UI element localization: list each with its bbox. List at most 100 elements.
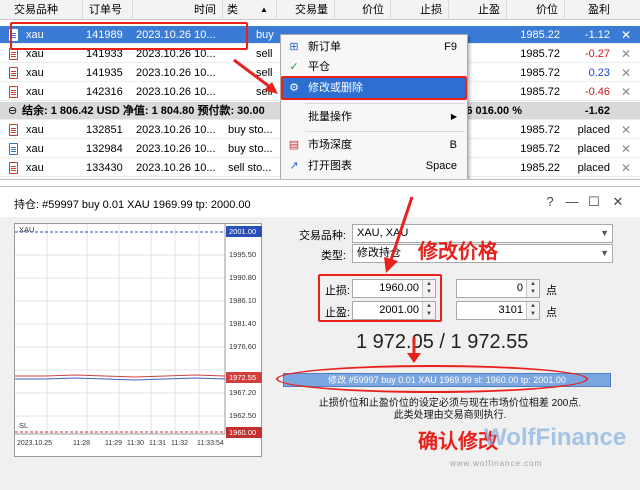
delete-order-icon[interactable]: ✕ [620,159,632,177]
minimize-icon[interactable]: — [562,193,582,211]
summary-balance: 结余: 1 806.42 USD 净值: 1 804.80 预付款: 30.00 [22,105,265,117]
close-position-icon[interactable]: ✕ [620,64,632,82]
tp-price-label: 2001.00 [229,227,256,236]
cell-ticket: 132984 [86,143,123,155]
help-icon[interactable]: ? [540,193,560,211]
cell-symbol: xau [26,143,44,155]
col-volume[interactable]: 交易量 [276,0,332,20]
note-line-2: 此类处理由交易商则执行. [393,410,507,421]
depth-icon: ▤ [288,139,300,151]
y-tick-label: 1990.80 [229,273,256,282]
cell-profit: 0.23 [588,67,610,79]
highlight-box-selected-order [10,22,248,50]
close-position-icon[interactable]: ✕ [620,26,632,44]
col-sl[interactable]: 止损 [390,0,446,20]
cell-cur-price: 1985.72 [520,143,560,155]
close-icon[interactable]: ✕ [608,193,628,211]
menu-separator [305,103,465,104]
cell-status: placed [577,162,610,174]
symbol-label: 交易品种: [298,230,346,242]
cell-symbol: xau [26,86,44,98]
col-type[interactable]: 类 [222,0,252,20]
red-arrow-icon [233,58,278,94]
tp-points-input[interactable]: 3101 ▲ ▼ [456,301,540,320]
col-tp[interactable]: 止盈 [448,0,504,20]
y-tick-label: 1962.50 [229,411,256,420]
red-arrow-icon [384,196,414,273]
y-tick-label: 1976.60 [229,342,256,351]
new-order-icon: ⊞ [289,41,299,53]
cell-cur-price: 1985.72 [520,48,560,60]
sl-points-spinner[interactable]: ▲ ▼ [526,280,539,297]
x-tick-label: 11:31 [149,440,166,447]
delete-order-icon[interactable]: ✕ [620,121,632,139]
cell-ticket: 133430 [86,162,123,174]
cell-type: buy sto... [228,143,273,155]
chart-icon: ↗ [289,160,299,172]
chart-sl-tag: SL [19,421,28,430]
sl-points-input[interactable]: 0 ▲ ▼ [456,279,540,298]
order-doc-icon [9,86,18,98]
y-tick-label: 1995.50 [229,250,256,259]
y-tick-label: 1967.20 [229,388,256,397]
col-cur-price[interactable]: 价位 [506,0,562,20]
col-symbol[interactable]: 交易品种 [14,0,80,20]
cell-type: sell sto... [228,162,272,174]
chevron-down-icon: ▼ [600,248,609,258]
menu-item-close-position[interactable]: ✓ 平仓 [281,57,467,77]
menu-item-open-chart[interactable]: ↗ 打开图表 Space [281,156,467,176]
table-header: 交易品种 订单号 时间 类 ▲ 交易量 价位 止损 止盈 价位 盈利 [0,0,640,20]
x-tick-label: 11:33:54 [197,440,224,447]
cell-ticket: 142316 [86,86,123,98]
sl-points-unit: 点 [546,285,557,297]
delete-order-icon[interactable]: ✕ [620,140,632,158]
highlight-box-sl-tp [318,274,442,322]
cell-ticket: 141935 [86,67,123,79]
col-profit[interactable]: 盈利 [564,0,614,20]
cell-ticket: 132851 [86,124,123,136]
order-doc-icon [9,143,18,155]
sort-arrow-icon: ▲ [260,5,268,14]
cell-type: buy [256,29,274,41]
y-tick-label: 1986.10 [229,296,256,305]
close-position-icon[interactable]: ✕ [620,45,632,63]
cell-symbol: xau [26,67,44,79]
cell-cur-price: 1985.22 [520,162,560,174]
cell-profit: -1.12 [584,29,610,41]
chart-symbol-label: XAU [19,225,34,234]
chart-svg: 1995.50 1990.80 1986.10 1981.40 1976.60 … [15,224,262,447]
cell-status: placed [577,143,610,155]
watermark-logo: WolfFinance [484,424,627,451]
cell-symbol: xau [26,162,44,174]
tp-points-spinner[interactable]: ▲ ▼ [526,302,539,319]
tp-points-unit: 点 [546,307,557,319]
context-menu: ⊞ 新订单 F9 ✓ 平仓 ⚙ 修改或删除 批量操作 ▶ ▤ 市场深度 B ↗ … [280,34,468,179]
highlight-box-menu-item [281,76,467,100]
x-tick-label: 11:28 [73,440,90,447]
maximize-icon[interactable]: ☐ [584,193,604,211]
orders-panel: 交易品种 订单号 时间 类 ▲ 交易量 价位 止损 止盈 价位 盈利 xau 1… [0,0,640,180]
sl-price-label: 1960.00 [229,428,256,437]
x-tick-label: 2023.10.25 [17,440,52,447]
close-position-icon[interactable]: ✕ [620,83,632,101]
watermark-url: www.wolfinance.com [450,459,543,468]
modify-order-dialog: 持仓: #59997 buy 0.01 XAU 1969.99 tp: 2000… [0,186,640,490]
cell-profit: -0.27 [584,48,610,60]
submenu-arrow-icon: ▶ [450,112,457,121]
cell-status: placed [577,124,610,136]
collapse-icon[interactable]: ⊖ [8,102,17,120]
cell-symbol: xau [26,124,44,136]
order-doc-icon [9,124,18,136]
annotation-modify-price: 修改价格 [418,241,498,263]
menu-item-new-order[interactable]: ⊞ 新订单 F9 [281,37,467,57]
cell-cur-price: 1985.72 [520,124,560,136]
col-price[interactable]: 价位 [334,0,388,20]
x-tick-label: 11:32 [171,440,188,447]
highlight-oval-modify [276,365,588,393]
menu-item-market-depth[interactable]: ▤ 市场深度 B [281,135,467,155]
col-time[interactable]: 时间 [132,0,220,20]
cell-type: buy sto... [228,124,273,136]
col-ticket[interactable]: 订单号 [82,0,132,20]
menu-item-batch[interactable]: 批量操作 ▶ [281,107,467,127]
cell-cur-price: 1985.72 [520,67,560,79]
